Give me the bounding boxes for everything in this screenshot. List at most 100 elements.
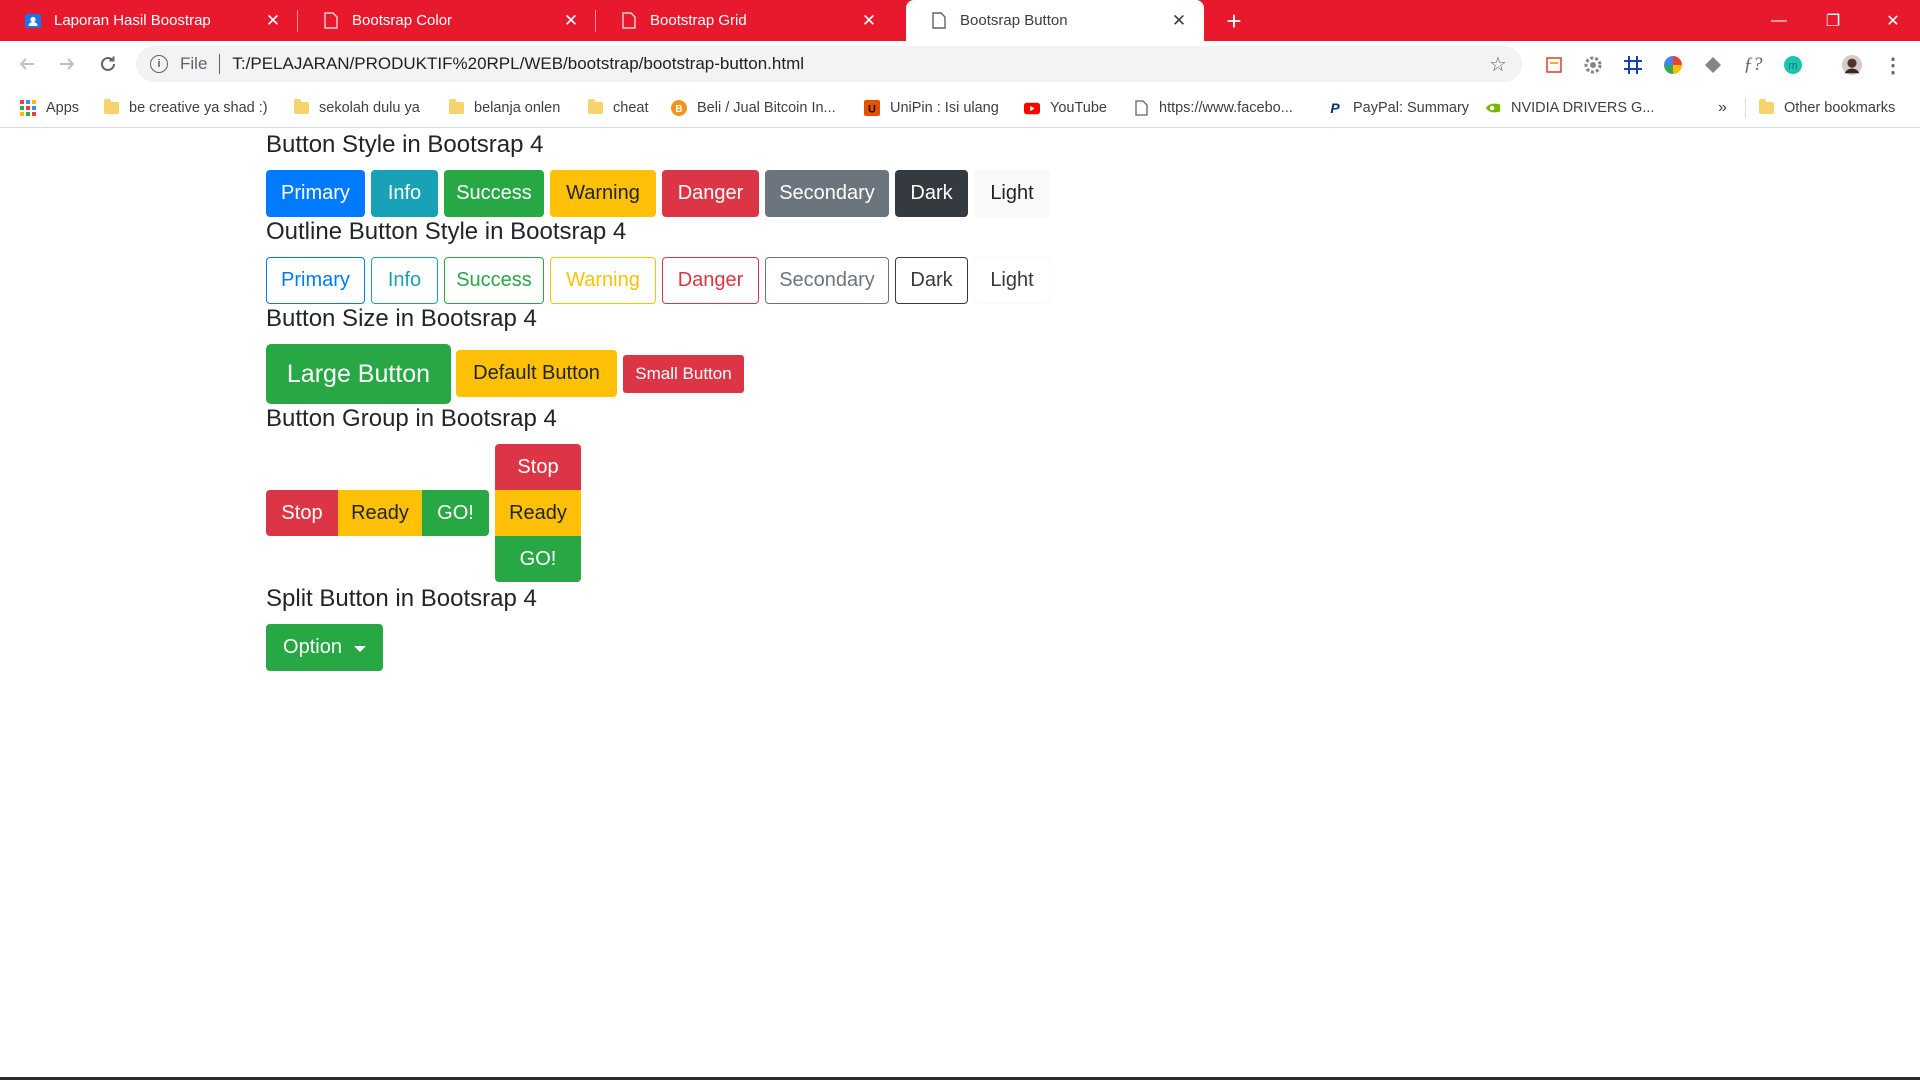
- bookmark-label: https://www.facebo...: [1159, 100, 1293, 116]
- youtube-icon: [1024, 100, 1040, 116]
- bookmark-youtube[interactable]: YouTube: [1024, 88, 1107, 128]
- close-icon[interactable]: ✕: [560, 10, 582, 32]
- caret-down-icon: [353, 645, 366, 652]
- star-icon[interactable]: ☆: [1486, 52, 1510, 77]
- close-icon[interactable]: ✕: [1168, 10, 1190, 32]
- avatar[interactable]: [1841, 54, 1863, 76]
- close-window-button[interactable]: ✕: [1866, 0, 1920, 41]
- bookmarks-bar: Apps be creative ya shad :) sekolah dulu…: [0, 88, 1920, 128]
- page-icon: [322, 12, 340, 30]
- option-dropdown-button[interactable]: Option: [266, 624, 383, 671]
- success-button[interactable]: Success: [444, 170, 544, 217]
- bookmark-nvidia[interactable]: NVIDIA DRIVERS G...: [1485, 88, 1654, 128]
- bookmark-label: Apps: [46, 100, 80, 116]
- go-button[interactable]: GO!: [422, 490, 489, 536]
- bookmarks-overflow-button[interactable]: »: [1718, 88, 1727, 128]
- bookmark-label: YouTube: [1050, 100, 1107, 116]
- minimize-button[interactable]: —: [1752, 0, 1806, 41]
- svg-text:B: B: [675, 104, 682, 115]
- svg-text:P: P: [1330, 100, 1340, 116]
- bookmark-paypal[interactable]: P PayPal: Summary: [1327, 88, 1469, 128]
- folder-icon: [103, 99, 119, 116]
- gear-extension-icon[interactable]: [1582, 54, 1604, 76]
- menu-icon[interactable]: ⋮: [1882, 54, 1904, 77]
- dropdown-label: Option: [283, 636, 342, 658]
- grid-extension-icon[interactable]: [1622, 54, 1644, 76]
- outline-primary-button[interactable]: Primary: [266, 257, 365, 304]
- folder-icon: [1758, 99, 1774, 116]
- large-button[interactable]: Large Button: [266, 344, 451, 404]
- back-arrow-icon: [19, 58, 34, 70]
- bitcoin-icon: B: [671, 100, 687, 116]
- small-button[interactable]: Small Button: [623, 355, 744, 393]
- info-button[interactable]: Info: [371, 170, 438, 217]
- bookmark-label: sekolah dulu ya: [319, 100, 420, 116]
- forward-button[interactable]: [52, 49, 82, 79]
- bookmark-label: belanja onlen: [474, 100, 561, 116]
- ready-button[interactable]: Ready: [495, 490, 581, 536]
- ready-button[interactable]: Ready: [338, 490, 422, 536]
- bookmark-bitcoin[interactable]: B Beli / Jual Bitcoin In...: [671, 88, 836, 128]
- bookmark-label: NVIDIA DRIVERS G...: [1511, 100, 1655, 116]
- address-bar[interactable]: i File T:/PELAJARAN/PRODUKTIF%20RPL/WEB/…: [136, 46, 1522, 82]
- nvidia-icon: [1485, 100, 1501, 116]
- warning-button[interactable]: Warning: [550, 170, 656, 217]
- outline-dark-button[interactable]: Dark: [895, 257, 968, 304]
- close-icon[interactable]: ✕: [858, 10, 880, 32]
- url-text[interactable]: T:/PELAJARAN/PRODUKTIF%20RPL/WEB/bootstr…: [232, 54, 1486, 74]
- secondary-button[interactable]: Secondary: [765, 170, 889, 217]
- bookmark-folder[interactable]: sekolah dulu ya: [293, 88, 420, 128]
- tab-title: Bootstrap Grid: [650, 12, 747, 29]
- primary-button[interactable]: Primary: [266, 170, 365, 217]
- divider: [1745, 88, 1746, 128]
- layers-extension-icon[interactable]: [1702, 54, 1724, 76]
- outline-info-button[interactable]: Info: [371, 257, 438, 304]
- stop-button[interactable]: Stop: [495, 444, 581, 490]
- bookmark-facebook[interactable]: https://www.facebo...: [1133, 88, 1293, 128]
- light-button[interactable]: Light: [974, 170, 1050, 217]
- bookmark-folder[interactable]: be creative ya shad :): [103, 88, 268, 128]
- back-button[interactable]: [12, 49, 42, 79]
- color-picker-icon[interactable]: [1662, 54, 1684, 76]
- bookmark-folder[interactable]: belanja onlen: [448, 88, 560, 128]
- outline-light-button[interactable]: Light: [974, 257, 1050, 304]
- danger-button[interactable]: Danger: [662, 170, 759, 217]
- close-icon[interactable]: ✕: [262, 10, 284, 32]
- default-button[interactable]: Default Button: [456, 350, 617, 397]
- folder-icon: [448, 99, 464, 116]
- folder-icon: [587, 99, 603, 116]
- reload-icon: [101, 56, 115, 71]
- tab-laporan[interactable]: Laporan Hasil Boostrap ✕: [0, 0, 298, 41]
- page-content: Button Style in Bootsrap 4 Primary Info …: [0, 128, 1920, 1080]
- svg-text:U: U: [868, 104, 876, 116]
- m-extension-icon[interactable]: m: [1782, 54, 1804, 76]
- go-button[interactable]: GO!: [495, 536, 581, 582]
- section-heading-button-size: Button Size in Bootsrap 4: [266, 305, 537, 332]
- unipin-icon: U: [864, 100, 880, 116]
- outline-danger-button[interactable]: Danger: [662, 257, 759, 304]
- extension-icon[interactable]: [1543, 54, 1565, 76]
- restore-button[interactable]: ❐: [1806, 0, 1860, 41]
- section-heading-outline-style: Outline Button Style in Bootsrap 4: [266, 218, 627, 245]
- other-bookmarks[interactable]: Other bookmarks: [1758, 88, 1895, 128]
- dark-button[interactable]: Dark: [895, 170, 968, 217]
- bookmark-apps[interactable]: Apps: [20, 88, 79, 128]
- tab-title: Bootsrap Button: [960, 12, 1068, 29]
- bookmark-unipin[interactable]: U UniPin : Isi ulang: [864, 88, 999, 128]
- new-tab-button[interactable]: +: [1220, 6, 1248, 36]
- font-extension-icon[interactable]: ƒ?: [1742, 54, 1764, 76]
- apps-icon: [20, 100, 36, 116]
- outline-success-button[interactable]: Success: [444, 257, 544, 304]
- tab-bootsrap-color[interactable]: Bootsrap Color ✕: [298, 0, 596, 41]
- bookmark-label: PayPal: Summary: [1353, 100, 1470, 116]
- reload-button[interactable]: [93, 49, 123, 79]
- bookmark-folder[interactable]: cheat: [587, 88, 648, 128]
- stop-button[interactable]: Stop: [266, 490, 338, 536]
- outline-warning-button[interactable]: Warning: [550, 257, 656, 304]
- outline-secondary-button[interactable]: Secondary: [765, 257, 889, 304]
- section-heading-split-button: Split Button in Bootsrap 4: [266, 585, 537, 612]
- tab-bootsrap-button[interactable]: Bootsrap Button ✕: [906, 0, 1204, 41]
- bookmark-label: cheat: [613, 100, 649, 116]
- info-icon[interactable]: i: [150, 55, 168, 73]
- tab-bootstrap-grid[interactable]: Bootstrap Grid ✕: [596, 0, 894, 41]
